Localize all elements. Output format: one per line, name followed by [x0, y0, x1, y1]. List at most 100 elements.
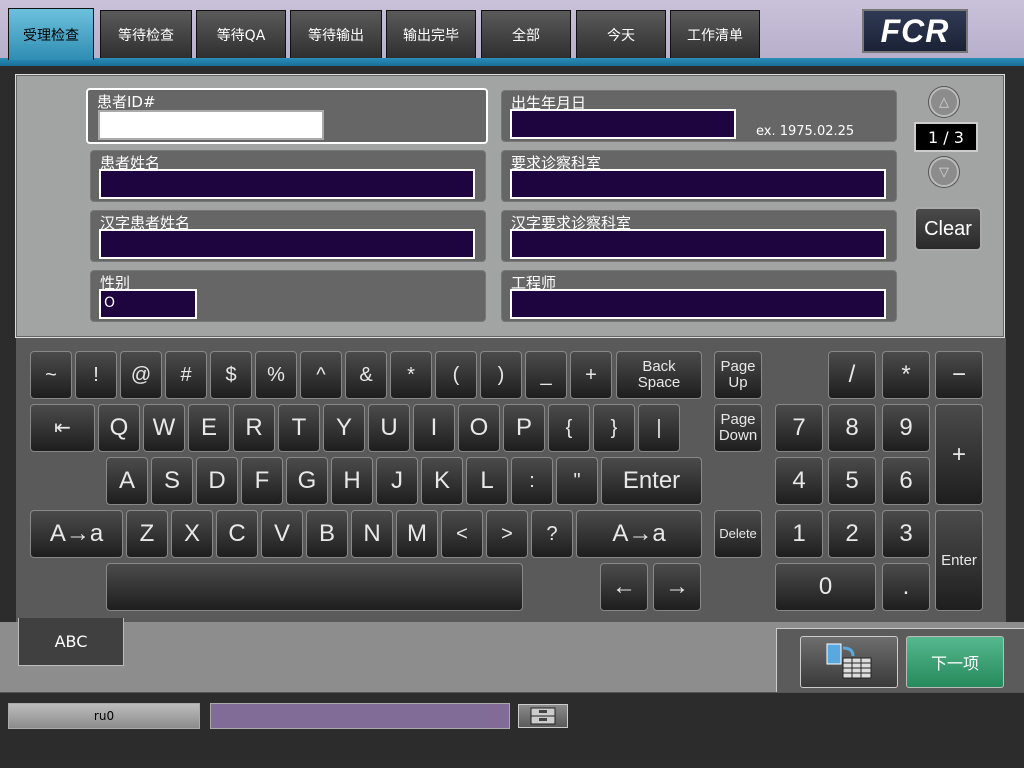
key-8-row3[interactable]: L [466, 457, 508, 505]
numpad-multiply-key[interactable]: * [882, 351, 930, 399]
kanji-name-input[interactable] [99, 229, 475, 259]
key-3-row3[interactable]: F [241, 457, 283, 505]
key-sym-9[interactable]: ( [435, 351, 477, 399]
tab-waiting-exam[interactable]: 等待检查 [100, 10, 192, 58]
key-sym-8[interactable]: * [390, 351, 432, 399]
key-4-row2[interactable]: T [278, 404, 320, 452]
tab-waiting-qa[interactable]: 等待QA [196, 10, 286, 58]
key-9-row3[interactable]: : [511, 457, 553, 505]
numpad-dot-key[interactable]: . [882, 563, 930, 611]
keyboard-mode-tab[interactable]: ABC [18, 618, 124, 666]
key-6-row2[interactable]: U [368, 404, 410, 452]
key-8-row2[interactable]: O [458, 404, 500, 452]
patient-name-input[interactable] [99, 169, 475, 199]
key-7-row3[interactable]: K [421, 457, 463, 505]
key-sym-0[interactable]: ~ [30, 351, 72, 399]
tab-output-done[interactable]: 输出完毕 [386, 10, 476, 58]
shift-left-key[interactable]: A→a [30, 510, 123, 558]
tab-reception-exam[interactable]: 受理检查 [8, 8, 94, 60]
numpad-0-key[interactable]: 0 [775, 563, 876, 611]
delete-key[interactable]: Delete [714, 510, 762, 558]
key-sym-10[interactable]: ) [480, 351, 522, 399]
numpad-2-key[interactable]: 2 [828, 510, 876, 558]
key-4-row3[interactable]: G [286, 457, 328, 505]
key-9-row2[interactable]: P [503, 404, 545, 452]
birth-date-input[interactable] [510, 109, 736, 139]
tab-key[interactable]: ⇤ [30, 404, 95, 452]
next-button[interactable]: 下一项 [906, 636, 1004, 688]
key-2-row3[interactable]: D [196, 457, 238, 505]
numpad-divide-key[interactable]: / [828, 351, 876, 399]
key-0-row2[interactable]: Q [98, 404, 140, 452]
key-sym-7[interactable]: & [345, 351, 387, 399]
tab-today[interactable]: 今天 [576, 10, 666, 58]
key-7-row2[interactable]: I [413, 404, 455, 452]
backspace-key[interactable]: Back Space [616, 351, 702, 399]
page-down-arrow-icon[interactable]: ▽ [929, 157, 959, 187]
shift-right-key[interactable]: A→a [576, 510, 702, 558]
kanji-department-input[interactable] [510, 229, 886, 259]
key-12-row2[interactable]: | [638, 404, 680, 452]
numpad-8-key[interactable]: 8 [828, 404, 876, 452]
key-sym-4[interactable]: $ [210, 351, 252, 399]
page-up-key[interactable]: Page Up [714, 351, 762, 399]
clear-button[interactable]: Clear [914, 207, 982, 251]
birth-date-hint: ex. 1975.02.25 [756, 124, 855, 139]
key-sym-6[interactable]: ^ [300, 351, 342, 399]
key-6-row3[interactable]: J [376, 457, 418, 505]
space-key[interactable] [106, 563, 523, 611]
drawer-icon[interactable] [518, 704, 568, 728]
tab-worklist[interactable]: 工作清单 [670, 10, 760, 58]
key-sym-1[interactable]: ! [75, 351, 117, 399]
key-8-row4[interactable]: > [486, 510, 528, 558]
key-sym-5[interactable]: % [255, 351, 297, 399]
key-sym-2[interactable]: @ [120, 351, 162, 399]
key-2-row2[interactable]: E [188, 404, 230, 452]
engineer-input[interactable] [510, 289, 886, 319]
numpad-6-key[interactable]: 6 [882, 457, 930, 505]
key-9-row4[interactable]: ? [531, 510, 573, 558]
left-arrow-key[interactable]: ← [600, 563, 648, 611]
numpad-9-key[interactable]: 9 [882, 404, 930, 452]
numpad-7-key[interactable]: 7 [775, 404, 823, 452]
numpad-4-key[interactable]: 4 [775, 457, 823, 505]
right-arrow-key[interactable]: → [653, 563, 701, 611]
patient-id-input[interactable] [98, 110, 324, 140]
key-sym-3[interactable]: # [165, 351, 207, 399]
key-sym-11[interactable]: _ [525, 351, 567, 399]
numpad-1-key[interactable]: 1 [775, 510, 823, 558]
tab-waiting-output[interactable]: 等待输出 [290, 10, 382, 58]
sex-input[interactable]: O [99, 289, 197, 319]
page-up-arrow-icon[interactable]: △ [929, 87, 959, 117]
key-3-row2[interactable]: R [233, 404, 275, 452]
key-sym-12[interactable]: + [570, 351, 612, 399]
key-2-row4[interactable]: C [216, 510, 258, 558]
import-worklist-button[interactable] [800, 636, 898, 688]
key-6-row4[interactable]: M [396, 510, 438, 558]
key-10-row2[interactable]: { [548, 404, 590, 452]
numpad-3-key[interactable]: 3 [882, 510, 930, 558]
user-indicator: ru0 [8, 703, 200, 729]
status-message [210, 703, 510, 729]
key-4-row4[interactable]: B [306, 510, 348, 558]
department-input[interactable] [510, 169, 886, 199]
key-10-row3[interactable]: " [556, 457, 598, 505]
numpad-enter-key[interactable]: Enter [935, 510, 983, 611]
key-0-row4[interactable]: Z [126, 510, 168, 558]
numpad-5-key[interactable]: 5 [828, 457, 876, 505]
key-11-row2[interactable]: } [593, 404, 635, 452]
numpad-plus-key[interactable]: + [935, 404, 983, 505]
key-5-row2[interactable]: Y [323, 404, 365, 452]
key-3-row4[interactable]: V [261, 510, 303, 558]
page-down-key[interactable]: Page Down [714, 404, 762, 452]
key-1-row4[interactable]: X [171, 510, 213, 558]
tab-all[interactable]: 全部 [481, 10, 571, 58]
key-0-row3[interactable]: A [106, 457, 148, 505]
enter-key[interactable]: Enter [601, 457, 702, 505]
numpad-minus-key[interactable]: − [935, 351, 983, 399]
key-5-row4[interactable]: N [351, 510, 393, 558]
key-5-row3[interactable]: H [331, 457, 373, 505]
key-1-row2[interactable]: W [143, 404, 185, 452]
key-1-row3[interactable]: S [151, 457, 193, 505]
key-7-row4[interactable]: < [441, 510, 483, 558]
